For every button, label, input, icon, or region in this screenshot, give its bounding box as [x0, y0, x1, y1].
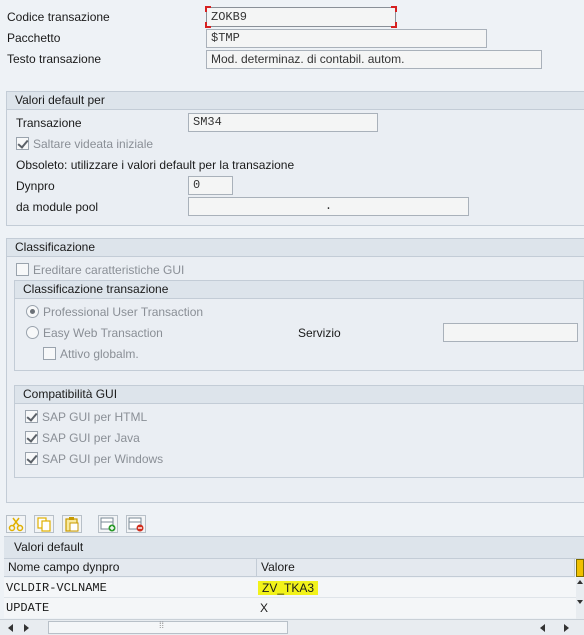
table-row[interactable]: UPDATE X — [4, 598, 576, 618]
sap-gui-windows-checkbox[interactable] — [25, 452, 38, 465]
codice-transazione-label: Codice transazione — [7, 10, 110, 24]
scroll-left-end-icon[interactable] — [540, 624, 545, 632]
professional-radio[interactable] — [26, 305, 39, 318]
easy-web-label: Easy Web Transaction — [43, 326, 163, 340]
testo-transazione-label: Testo transazione — [7, 52, 102, 66]
column-header-valore[interactable]: Valore — [257, 559, 575, 577]
scroll-left-icon[interactable] — [8, 624, 13, 632]
pacchetto-field[interactable]: $TMP — [206, 29, 487, 48]
obsoleto-text: Obsoleto: utilizzare i valori default pe… — [16, 158, 295, 172]
attivo-globalm-checkbox[interactable] — [43, 347, 56, 360]
column-settings-icon[interactable] — [576, 559, 584, 577]
scroll-right-end-icon[interactable] — [564, 624, 569, 632]
focus-corner-br — [391, 22, 397, 28]
easy-web-radio[interactable] — [26, 326, 39, 339]
cut-button[interactable] — [6, 515, 26, 533]
row-field-cell: UPDATE — [6, 601, 50, 615]
servizio-label: Servizio — [298, 326, 341, 340]
saltare-videata-label: Saltare videata iniziale — [33, 137, 154, 151]
insert-row-button[interactable] — [98, 515, 118, 533]
row-value-highlight: ZV_TKA3 — [258, 581, 319, 595]
classificazione-transazione-title: Classificazione transazione — [15, 281, 583, 299]
delete-row-icon — [128, 517, 144, 532]
valori-default-per-title: Valori default per — [7, 92, 584, 110]
classificazione-title: Classificazione — [7, 239, 584, 257]
dynpro-field[interactable]: 0 — [188, 176, 233, 195]
scroll-right-icon[interactable] — [24, 624, 29, 632]
pacchetto-label: Pacchetto — [7, 31, 61, 45]
insert-row-icon — [100, 517, 116, 532]
scroll-up-icon[interactable] — [577, 580, 583, 584]
saltare-videata-checkbox[interactable] — [16, 137, 29, 150]
servizio-field[interactable] — [443, 323, 578, 342]
row-field-cell: VCLDIR-VCLNAME — [6, 581, 107, 595]
column-header-nome-campo[interactable]: Nome campo dynpro — [4, 559, 257, 577]
testo-transazione-field[interactable]: Mod. determinaz. di contabil. autom. — [206, 50, 542, 69]
attivo-globalm-label: Attivo globalm. — [60, 347, 139, 361]
scroll-thumb-grip: ⁞⁞ — [159, 620, 165, 630]
ereditare-label: Ereditare caratteristiche GUI — [33, 263, 185, 277]
horizontal-scrollbar[interactable]: ⁞⁞ — [0, 619, 584, 635]
paste-button[interactable] — [62, 515, 82, 533]
dynpro-label: Dynpro — [16, 179, 55, 193]
professional-label: Professional User Transaction — [43, 305, 204, 319]
copy-icon — [37, 517, 51, 532]
delete-row-button[interactable] — [126, 515, 146, 533]
paste-icon — [65, 517, 79, 532]
module-pool-label: da module pool — [16, 200, 99, 214]
sap-gui-windows-label: SAP GUI per Windows — [42, 452, 164, 466]
copy-button[interactable] — [34, 515, 54, 533]
sap-gui-html-label: SAP GUI per HTML — [42, 410, 148, 424]
scissors-icon — [8, 517, 24, 532]
table-title: Valori default — [4, 537, 584, 559]
transazione-label: Transazione — [16, 116, 82, 130]
vertical-scrollbar[interactable] — [576, 578, 584, 620]
row-value-cell[interactable]: ZV_TKA3 — [256, 578, 556, 598]
table-row[interactable]: VCLDIR-VCLNAME ZV_TKA3 — [4, 578, 576, 598]
ereditare-checkbox[interactable] — [16, 263, 29, 276]
sap-gui-html-checkbox[interactable] — [25, 410, 38, 423]
module-pool-field[interactable]: . — [188, 197, 469, 216]
codice-transazione-field[interactable]: ZOKB9 — [206, 7, 396, 27]
focus-corner-bl — [205, 22, 211, 28]
compatibilita-gui-title: Compatibilità GUI — [15, 386, 583, 404]
scroll-thumb[interactable]: ⁞⁞ — [48, 620, 288, 634]
scroll-down-icon[interactable] — [577, 600, 583, 604]
focus-corner-tr — [391, 6, 397, 12]
focus-corner-tl — [205, 6, 211, 12]
row-value-cell[interactable]: X — [258, 598, 558, 618]
sap-gui-java-label: SAP GUI per Java — [42, 431, 140, 445]
transazione-field[interactable]: SM34 — [188, 113, 378, 132]
sap-gui-java-checkbox[interactable] — [25, 431, 38, 444]
